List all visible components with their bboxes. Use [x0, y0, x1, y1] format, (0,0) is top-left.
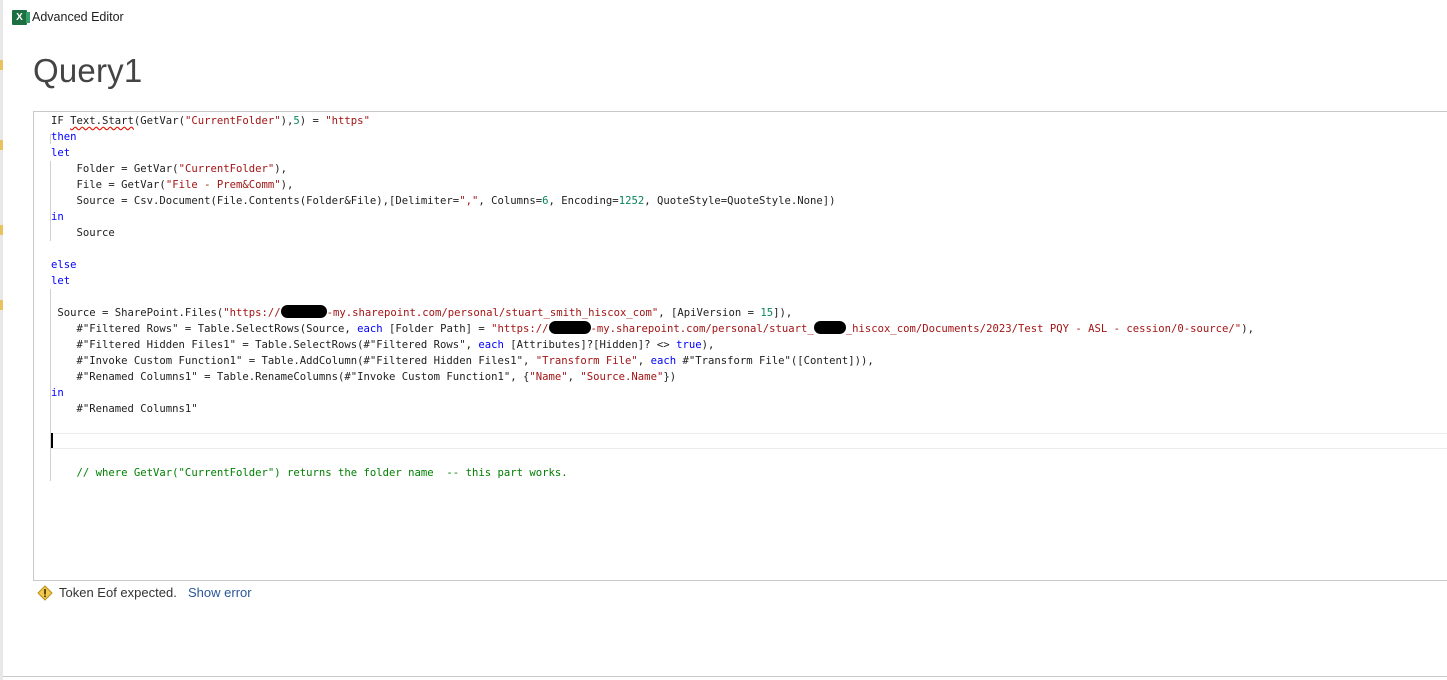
code-token: #"Invoke Custom Function1" = Table.AddCo…	[51, 355, 536, 367]
code-token: })	[663, 371, 677, 383]
code-line[interactable]: then	[51, 129, 77, 145]
code-token: "CurrentFolder"	[184, 115, 281, 127]
code-token: _hiscox_com/Documents/2023/Test PQY - AS…	[845, 323, 1242, 335]
code-token: in	[51, 211, 64, 223]
indent-guide	[50, 161, 51, 241]
code-token: File = GetVar(	[51, 179, 166, 191]
code-token: ,	[567, 371, 581, 383]
code-token: 15	[760, 307, 774, 319]
code-token: -my.sharepoint.com/personal/stuart_	[590, 323, 814, 335]
code-token: "Source.Name"	[580, 371, 664, 383]
code-token: ),	[274, 163, 287, 175]
code-line[interactable]: #"Filtered Hidden Files1" = Table.Select…	[51, 337, 715, 353]
code-token: , Encoding=	[548, 195, 619, 207]
code-token: ]),	[773, 307, 793, 319]
code-token: ),	[280, 179, 294, 191]
code-line[interactable]: File = GetVar("File - Prem&Comm"),	[51, 177, 294, 193]
redaction-mark	[813, 321, 846, 334]
code-token: ,	[637, 355, 651, 367]
code-line[interactable]: // where GetVar("CurrentFolder") returns…	[51, 465, 568, 481]
code-token: #"Renamed Columns1"	[51, 403, 198, 415]
code-token: [Attributes]?[Hidden]? <>	[503, 339, 677, 351]
title-bar: X Advanced Editor	[3, 0, 1447, 34]
code-token: #"Filtered Rows" = Table.SelectRows(Sour…	[51, 323, 358, 335]
code-token: then	[51, 131, 77, 143]
code-token: // where GetVar("CurrentFolder") returns…	[51, 467, 568, 479]
code-token: #"Transform File"([Content])),	[676, 355, 874, 367]
redaction-mark	[548, 321, 591, 334]
excel-icon: X	[12, 10, 30, 25]
code-token: [Folder Path] =	[382, 323, 492, 335]
code-line[interactable]: #"Invoke Custom Function1" = Table.AddCo…	[51, 353, 874, 369]
code-editor[interactable]: IF Text.Start(GetVar("CurrentFolder"),5)…	[33, 111, 1447, 581]
text-caret	[51, 433, 53, 448]
query-title: Query1	[33, 52, 143, 89]
code-token: each	[478, 339, 504, 351]
code-token: , [ApiVersion =	[658, 307, 761, 319]
code-token: "CurrentFolder"	[178, 163, 275, 175]
code-token: each	[650, 355, 677, 367]
code-token: (GetVar(	[133, 115, 185, 127]
code-token: Source = Csv.Document(File.Contents(Fold…	[51, 195, 460, 207]
code-token: each	[357, 323, 383, 335]
code-token: let	[51, 275, 71, 287]
error-message: Token Eof expected.	[59, 585, 177, 600]
current-line-highlight	[50, 433, 1447, 449]
code-token: "https://	[491, 323, 549, 335]
code-line[interactable]: in	[51, 209, 64, 225]
code-line[interactable]: Source	[51, 225, 115, 241]
code-token: , Columns=	[478, 195, 543, 207]
code-token: -my.sharepoint.com/personal/stuart_smith…	[326, 307, 659, 319]
code-area[interactable]: IF Text.Start(GetVar("CurrentFolder"),5)…	[34, 112, 1447, 580]
show-error-link[interactable]: Show error	[188, 585, 252, 601]
code-line[interactable]: Folder = GetVar("CurrentFolder"),	[51, 161, 288, 177]
code-token: ),	[1241, 323, 1254, 335]
code-line[interactable]: let	[51, 145, 70, 161]
code-token: Folder = GetVar(	[51, 163, 179, 175]
code-line[interactable]: in	[51, 385, 64, 401]
code-token: "Name"	[529, 371, 568, 383]
code-token: else	[51, 259, 77, 271]
code-token: "https"	[325, 115, 370, 127]
code-token: 1252	[618, 195, 645, 207]
code-token: in	[51, 387, 64, 399]
redaction-mark	[280, 305, 327, 318]
code-token: ) =	[299, 115, 326, 127]
advanced-editor-window: X Advanced Editor Query1 IF Text.Start(G…	[3, 0, 1447, 677]
code-token: ","	[459, 195, 479, 207]
code-token: Source = SharePoint.Files(	[51, 307, 224, 319]
code-token: #"Filtered Hidden Files1" = Table.Select…	[51, 339, 479, 351]
code-line[interactable]: IF Text.Start(GetVar("CurrentFolder"),5)…	[51, 113, 370, 129]
code-line[interactable]: else	[51, 257, 77, 273]
code-token: ),	[701, 339, 715, 351]
code-line[interactable]: Source = Csv.Document(File.Contents(Fold…	[51, 193, 836, 209]
code-token: Source	[51, 227, 115, 239]
code-line[interactable]: #"Renamed Columns1"	[51, 401, 198, 417]
code-line[interactable]: let	[51, 273, 70, 289]
code-token: Text.Start	[70, 115, 134, 127]
code-line[interactable]: #"Renamed Columns1" = Table.RenameColumn…	[51, 369, 677, 385]
code-token: , QuoteStyle=QuoteStyle.None])	[644, 195, 836, 207]
code-token: #"Renamed Columns1" = Table.RenameColumn…	[51, 371, 530, 383]
code-token: true	[676, 339, 702, 351]
indent-guide	[50, 289, 51, 481]
code-line[interactable]: Source = SharePoint.Files("https:// -my.s…	[51, 305, 792, 321]
code-token: "https://	[223, 307, 281, 319]
warning-icon	[37, 585, 53, 601]
code-token: let	[51, 147, 71, 159]
code-token: IF	[51, 115, 71, 127]
code-token: "Transform File"	[535, 355, 638, 367]
code-token: ),	[280, 115, 294, 127]
code-token: "File - Prem&Comm"	[165, 179, 281, 191]
window-title: Advanced Editor	[32, 10, 124, 24]
code-line[interactable]: #"Filtered Rows" = Table.SelectRows(Sour…	[51, 321, 1254, 337]
